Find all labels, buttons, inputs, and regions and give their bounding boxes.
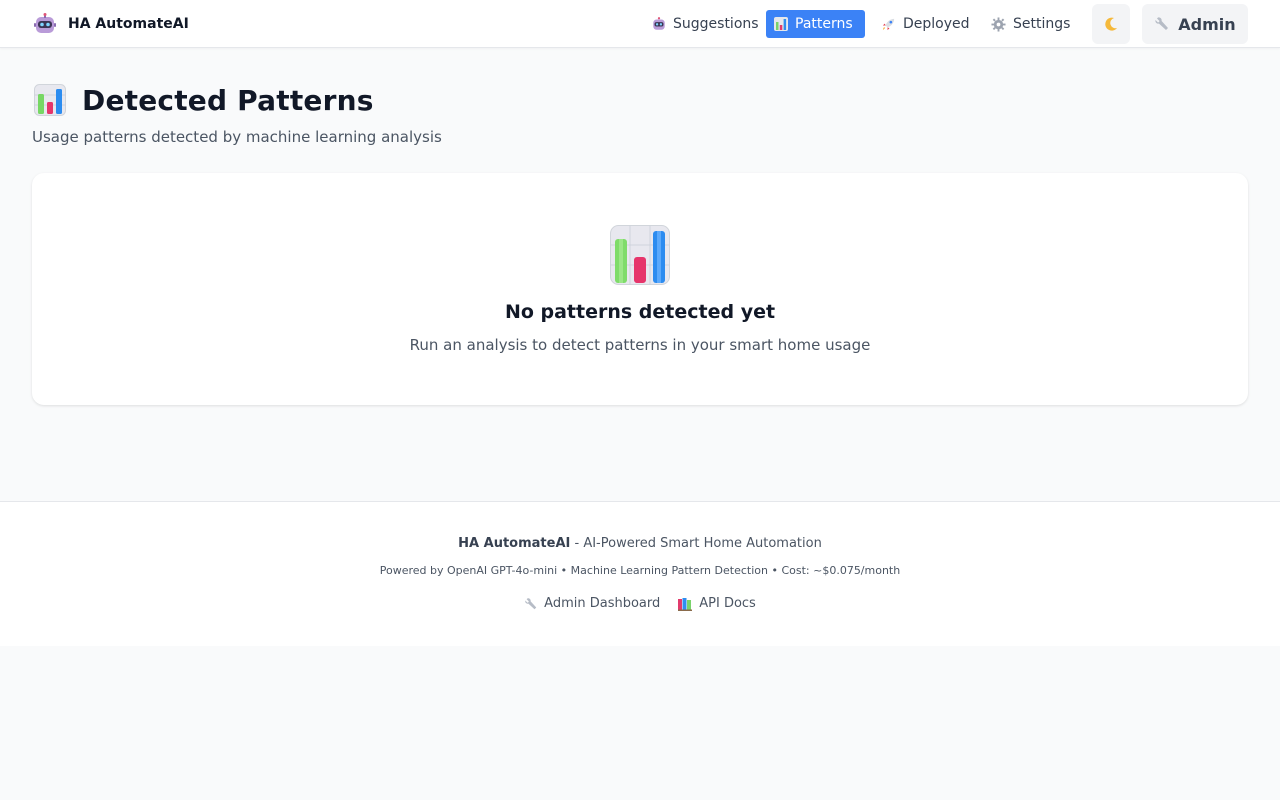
bar-chart-icon [610,225,670,285]
books-icon [678,597,693,611]
gear-icon [991,16,1006,32]
nav-item-label: Suggestions [673,16,759,32]
page-subtitle: Usage patterns detected by machine learn… [32,128,442,146]
footer-tagline-text: - AI-Powered Smart Home Automation [570,536,822,551]
empty-state-text: Run an analysis to detect patterns in yo… [409,336,871,354]
footer-tagline: HA AutomateAI - AI-Powered Smart Home Au… [0,536,1280,551]
admin-button[interactable]: Admin [1142,4,1248,44]
main-nav: Suggestions Patterns Deployed Settings [644,10,1071,38]
nav-item-settings[interactable]: Settings [983,10,1071,38]
nav-item-patterns[interactable]: Patterns [766,10,865,38]
footer-powered-by: Powered by OpenAI GPT-4o-mini • Machine … [379,564,901,577]
admin-button-label: Admin [1178,14,1236,34]
robot-icon [34,13,56,35]
app-name: HA AutomateAI [68,16,189,32]
empty-state-title: No patterns detected yet [504,301,776,323]
bar-chart-icon [34,84,66,116]
footer-link-label: API Docs [699,596,756,611]
nav-item-label: Settings [1013,16,1071,32]
footer-links: Admin Dashboard API Docs [0,596,1280,611]
footer-link-api-docs[interactable]: API Docs [678,596,756,611]
wrench-icon [1154,16,1170,32]
rocket-icon [881,17,896,32]
nav-item-label: Patterns [795,16,853,32]
page-title: Detected Patterns [82,83,374,117]
nav-item-suggestions[interactable]: Suggestions [644,10,759,38]
nav-item-label: Deployed [903,16,970,32]
brand[interactable]: HA AutomateAI [34,12,189,36]
footer: HA AutomateAI - AI-Powered Smart Home Au… [0,501,1280,646]
nav-item-deployed[interactable]: Deployed [873,10,970,38]
top-navigation-bar: HA AutomateAI Suggestions Patterns Deplo… [0,0,1280,48]
page-header: Detected Patterns [34,82,374,118]
footer-link-label: Admin Dashboard [544,596,661,611]
bar-chart-icon [774,17,788,31]
footer-link-admin-dashboard[interactable]: Admin Dashboard [524,596,660,611]
robot-icon [652,17,666,31]
moon-icon [1103,16,1119,32]
wrench-icon [524,597,538,611]
theme-toggle-button[interactable] [1092,4,1130,44]
empty-state-card: No patterns detected yet Run an analysis… [32,173,1248,405]
footer-brand: HA AutomateAI [458,536,571,551]
